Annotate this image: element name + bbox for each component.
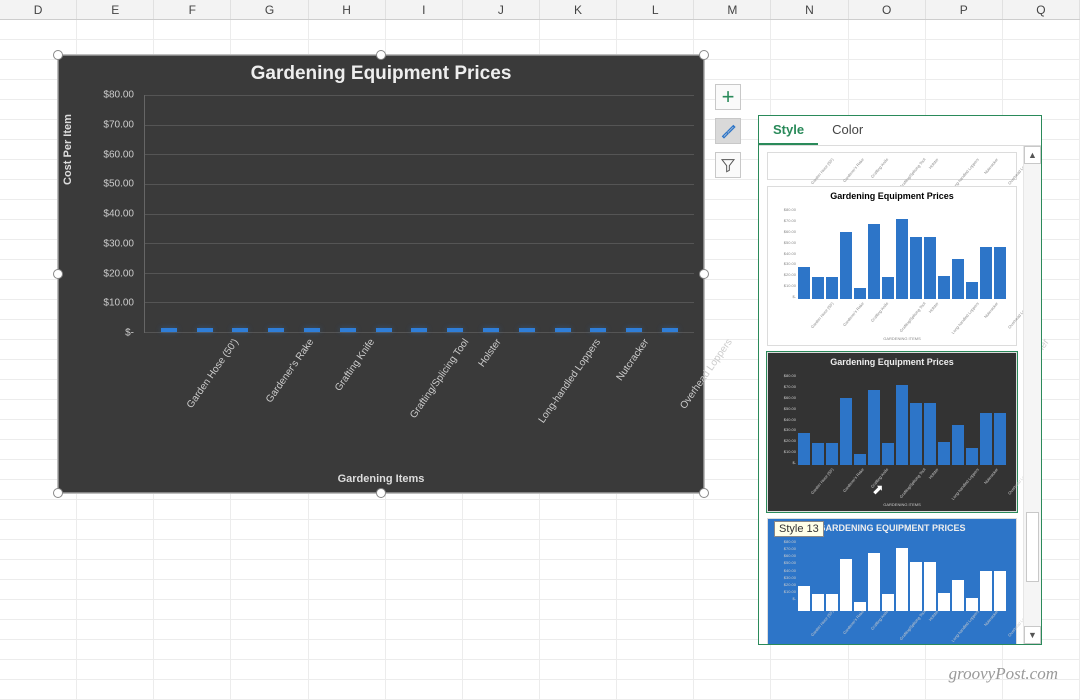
bar[interactable] bbox=[197, 328, 213, 332]
bar[interactable] bbox=[626, 328, 642, 332]
x-axis-label: Gardening Items bbox=[68, 473, 694, 485]
gallery-scrollbar[interactable]: ▲ ▼ bbox=[1023, 146, 1041, 644]
column-header-L[interactable]: L bbox=[617, 0, 694, 19]
gallery-tabs: Style Color bbox=[759, 116, 1041, 146]
style-thumbnail-light[interactable]: Gardening Equipment Prices $80.00$70.00$… bbox=[767, 186, 1017, 346]
resize-handle-n[interactable] bbox=[376, 50, 386, 60]
thumb-title: Gardening Equipment Prices bbox=[768, 353, 1016, 371]
style-tooltip: Style 13 bbox=[774, 521, 824, 537]
column-header-G[interactable]: G bbox=[231, 0, 308, 19]
column-header-M[interactable]: M bbox=[694, 0, 771, 19]
bar[interactable] bbox=[232, 328, 248, 332]
column-header-J[interactable]: J bbox=[463, 0, 540, 19]
column-header-I[interactable]: I bbox=[386, 0, 463, 19]
x-axis-ticks: Garden Hose (50')Gardener's RakeGrafting… bbox=[144, 333, 694, 463]
style-thumbnail-dark[interactable]: Gardening Equipment Prices $80.00$70.00$… bbox=[767, 352, 1017, 512]
thumb-title: Gardening Equipment Prices bbox=[768, 187, 1016, 205]
resize-handle-se[interactable] bbox=[699, 488, 709, 498]
resize-handle-sw[interactable] bbox=[53, 488, 63, 498]
resize-handle-w[interactable] bbox=[53, 269, 63, 279]
scroll-thumb[interactable] bbox=[1026, 512, 1039, 582]
watermark: groovyPost.com bbox=[949, 664, 1058, 684]
chart-style-gallery: Style Color Garden Hose (50')Gardener's … bbox=[758, 115, 1042, 645]
bar[interactable] bbox=[411, 328, 427, 332]
bar[interactable] bbox=[340, 328, 356, 332]
bar[interactable] bbox=[590, 328, 606, 332]
style-thumbnail-top-partial[interactable]: Garden Hose (50')Gardener's RakeGrafting… bbox=[767, 152, 1017, 180]
gallery-body: Garden Hose (50')Gardener's RakeGrafting… bbox=[759, 146, 1041, 644]
funnel-icon bbox=[720, 157, 736, 173]
column-header-E[interactable]: E bbox=[77, 0, 154, 19]
column-header-P[interactable]: P bbox=[926, 0, 1003, 19]
chart-body: Cost Per Item $80.00$70.00$60.00$50.00$4… bbox=[68, 95, 694, 483]
scroll-track[interactable] bbox=[1026, 164, 1039, 626]
chart-filters-button[interactable] bbox=[715, 152, 741, 178]
bars bbox=[145, 95, 694, 332]
bar[interactable] bbox=[268, 328, 284, 332]
scroll-up-arrow[interactable]: ▲ bbox=[1024, 146, 1041, 164]
tab-style[interactable]: Style bbox=[759, 116, 818, 145]
bar[interactable] bbox=[304, 328, 320, 332]
column-header-Q[interactable]: Q bbox=[1003, 0, 1080, 19]
resize-handle-ne[interactable] bbox=[699, 50, 709, 60]
plus-icon: + bbox=[722, 84, 735, 110]
bar[interactable] bbox=[376, 328, 392, 332]
resize-handle-s[interactable] bbox=[376, 488, 386, 498]
bar[interactable] bbox=[519, 328, 535, 332]
bar[interactable] bbox=[447, 328, 463, 332]
column-header-F[interactable]: F bbox=[154, 0, 231, 19]
y-axis-ticks: $80.00$70.00$60.00$50.00$40.00$30.00$20.… bbox=[88, 95, 140, 333]
column-header-H[interactable]: H bbox=[309, 0, 386, 19]
column-header-N[interactable]: N bbox=[771, 0, 848, 19]
column-header-D[interactable]: D bbox=[0, 0, 77, 19]
y-axis-label: Cost Per Item bbox=[62, 114, 74, 185]
column-headers: DEFGHIJKLMNOPQ bbox=[0, 0, 1080, 20]
bar[interactable] bbox=[483, 328, 499, 332]
bar[interactable] bbox=[662, 328, 678, 332]
chart-styles-button[interactable] bbox=[715, 118, 741, 144]
style-thumbnail-blue[interactable]: Style 13 GARDENING EQUIPMENT PRICES $80.… bbox=[767, 518, 1017, 644]
bar[interactable] bbox=[555, 328, 571, 332]
paintbrush-icon bbox=[720, 123, 736, 139]
plot-area bbox=[144, 95, 694, 333]
resize-handle-nw[interactable] bbox=[53, 50, 63, 60]
scroll-down-arrow[interactable]: ▼ bbox=[1024, 626, 1041, 644]
tab-color[interactable]: Color bbox=[818, 116, 877, 145]
column-header-K[interactable]: K bbox=[540, 0, 617, 19]
chart-elements-button[interactable]: + bbox=[715, 84, 741, 110]
chart-title: Gardening Equipment Prices bbox=[58, 55, 704, 89]
bar[interactable] bbox=[161, 328, 177, 332]
column-header-O[interactable]: O bbox=[849, 0, 926, 19]
resize-handle-e[interactable] bbox=[699, 269, 709, 279]
chart-object[interactable]: Gardening Equipment Prices Cost Per Item… bbox=[57, 54, 705, 494]
